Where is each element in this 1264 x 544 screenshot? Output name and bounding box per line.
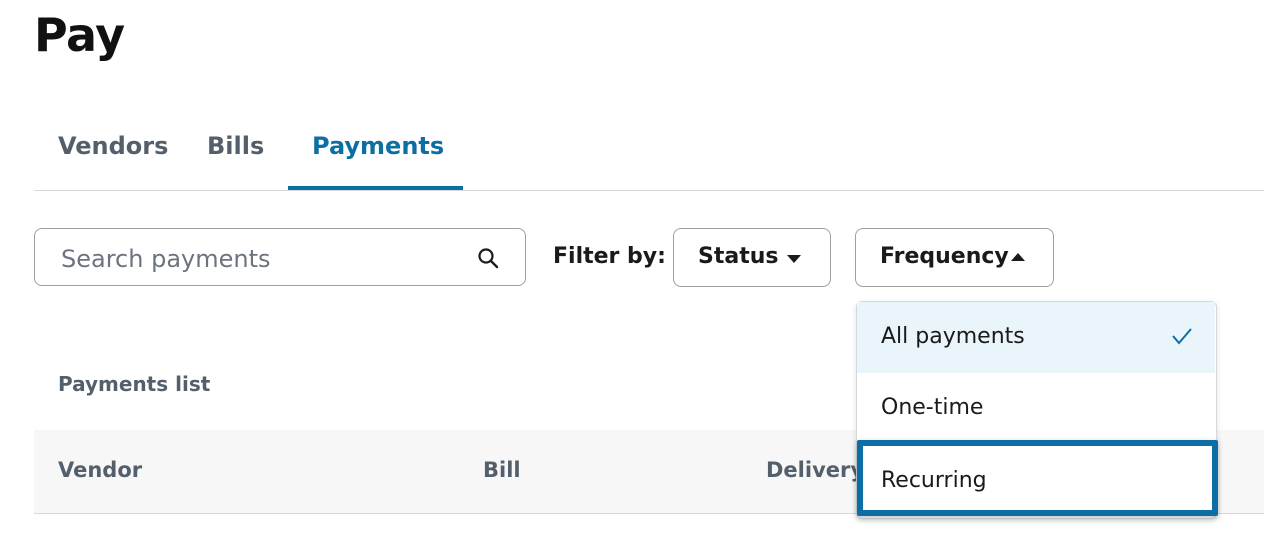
search-box <box>34 228 526 286</box>
filter-by-label: Filter by: <box>553 244 666 269</box>
status-filter-button[interactable]: Status <box>673 228 831 287</box>
menu-option-label: One-time <box>881 395 984 420</box>
caret-down-icon <box>787 255 801 263</box>
payments-list-title: Payments list <box>58 372 211 396</box>
menu-option-label: Recurring <box>881 468 987 493</box>
frequency-dropdown-menu: All payments One-time Recurring <box>856 301 1218 519</box>
menu-option-all-payments[interactable]: All payments <box>857 302 1215 373</box>
menu-option-label: All payments <box>881 324 1025 349</box>
frequency-filter-button[interactable]: Frequency <box>855 228 1054 287</box>
check-icon <box>1172 328 1192 345</box>
tab-bills[interactable]: Bills <box>207 132 264 160</box>
tab-divider <box>34 190 1264 191</box>
status-filter-label: Status <box>698 244 779 269</box>
frequency-filter-label: Frequency <box>880 244 1009 269</box>
menu-option-one-time[interactable]: One-time <box>857 373 1215 444</box>
tab-vendors[interactable]: Vendors <box>58 132 168 160</box>
menu-option-recurring[interactable]: Recurring <box>857 440 1218 516</box>
tab-payments[interactable]: Payments <box>312 132 444 160</box>
active-tab-indicator <box>288 186 463 190</box>
column-header-bill[interactable]: Bill <box>483 458 521 482</box>
column-header-vendor[interactable]: Vendor <box>58 458 142 482</box>
caret-up-icon <box>1011 253 1025 261</box>
search-icon[interactable] <box>477 247 499 269</box>
search-input[interactable] <box>59 241 463 277</box>
tab-bar: Vendors Bills Payments <box>34 120 1264 191</box>
page-title: Pay <box>34 8 125 62</box>
column-header-delivery[interactable]: Delivery <box>766 458 864 482</box>
